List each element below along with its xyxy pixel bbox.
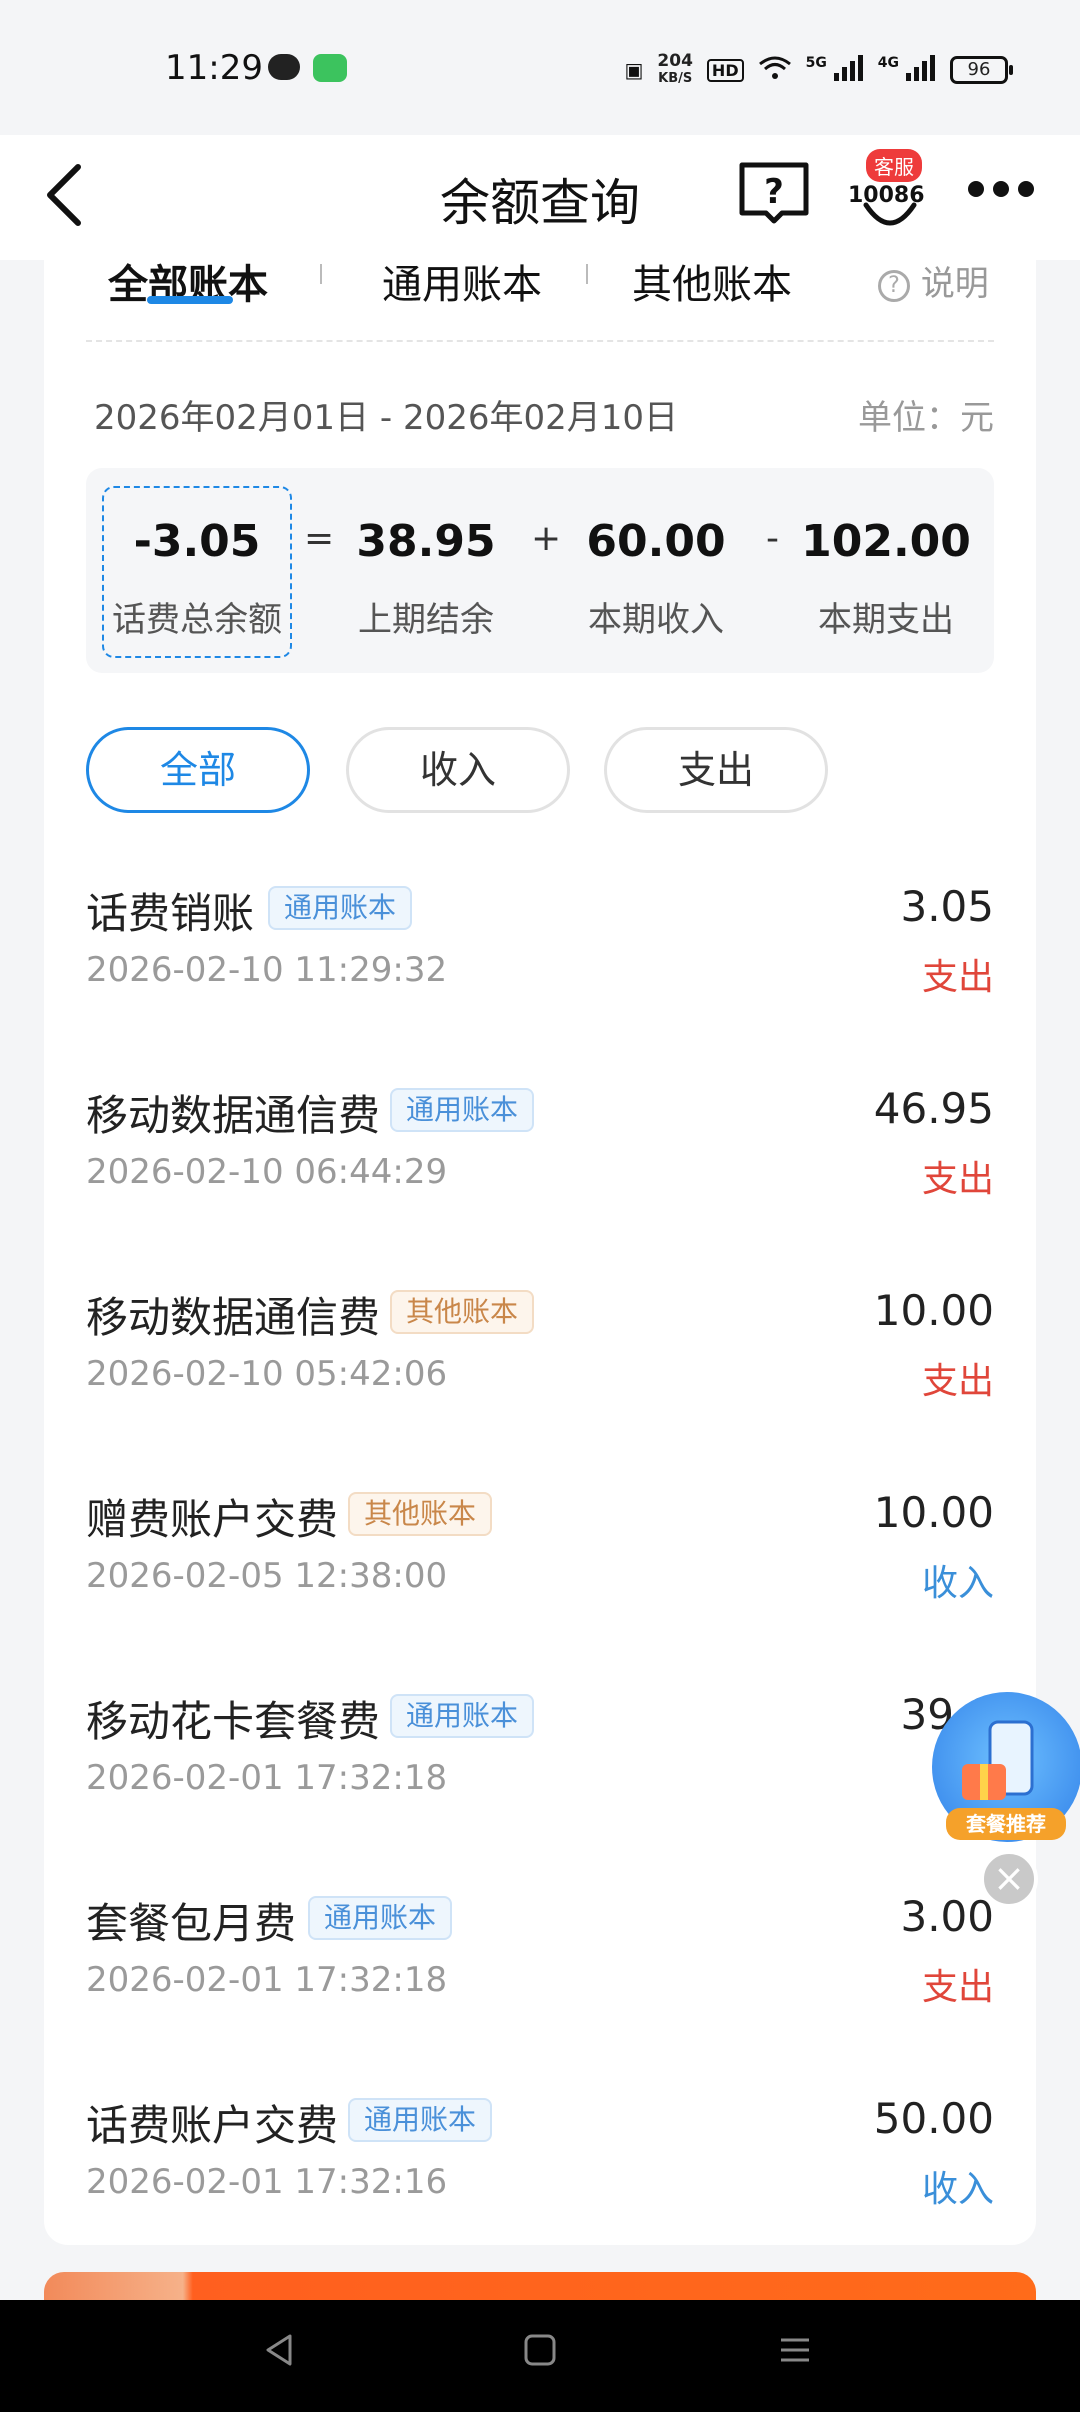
previous-balance-value: 38.95 bbox=[356, 516, 496, 567]
help-explanation-link[interactable]: ? 说明 bbox=[878, 256, 989, 305]
headset-icon bbox=[863, 202, 917, 226]
nav-home-icon[interactable] bbox=[515, 2330, 565, 2380]
system-nav-bar bbox=[0, 2300, 1080, 2412]
equals-sign: = bbox=[304, 518, 335, 559]
transaction-row[interactable]: 套餐包月费 通用账本 2026-02-01 17:32:18 3.00 支出 bbox=[86, 1890, 994, 2050]
transaction-type: 支出 bbox=[921, 1159, 994, 1200]
tab-separator bbox=[320, 264, 322, 284]
package-promo-label: 套餐推荐 bbox=[946, 1808, 1066, 1840]
service-badge: 客服 bbox=[866, 149, 922, 182]
transaction-row[interactable]: 移动数据通信费 其他账本 2026-02-10 05:42:06 10.00 支… bbox=[86, 1284, 994, 1444]
period-income-label: 本期收入 bbox=[588, 600, 724, 640]
status-bar: 11:29 ▣ 204 KB/S HD 5G 4G 96 bbox=[0, 0, 1080, 135]
signal-4g-label: 4G bbox=[877, 54, 900, 71]
status-icons: ▣ 204 KB/S HD 5G 4G 96 bbox=[624, 40, 1013, 100]
transaction-time: 2026-02-01 17:32:18 bbox=[86, 1758, 448, 1798]
tab-separator bbox=[586, 264, 588, 284]
transaction-title: 赠费账户交费 bbox=[86, 1495, 339, 1544]
ledger-tag: 通用账本 bbox=[390, 1088, 535, 1132]
transaction-time: 2026-02-10 05:42:06 bbox=[86, 1354, 448, 1394]
transaction-amount: 46.95 bbox=[873, 1084, 994, 1133]
transaction-amount: 3.05 bbox=[900, 882, 994, 931]
transaction-type: 支出 bbox=[921, 1361, 994, 1402]
nfc-icon: ▣ bbox=[624, 58, 644, 82]
transaction-time: 2026-02-10 06:44:29 bbox=[86, 1152, 448, 1192]
close-icon[interactable]: × bbox=[980, 1850, 1038, 1908]
wechat-icon bbox=[268, 54, 300, 80]
ledger-tag: 其他账本 bbox=[390, 1290, 535, 1334]
transaction-time: 2026-02-10 11:29:32 bbox=[86, 950, 448, 990]
message-app-icon bbox=[313, 54, 347, 82]
minus-sign: - bbox=[766, 518, 779, 559]
balance-summary: -3.05 话费总余额 = 38.95 上期结余 + 60.00 本期收入 - … bbox=[86, 468, 994, 673]
hd-icon: HD bbox=[706, 58, 744, 82]
tab-general-ledger[interactable]: 通用账本 bbox=[382, 252, 542, 310]
ledger-tag: 其他账本 bbox=[348, 1492, 493, 1536]
net-speed-value: 204 bbox=[657, 51, 693, 71]
nav-recents-icon[interactable] bbox=[770, 2330, 820, 2380]
filter-expense-button[interactable]: 支出 bbox=[604, 727, 828, 813]
net-speed-unit: KB/S bbox=[658, 71, 693, 86]
wifi-icon bbox=[758, 54, 792, 87]
transaction-title: 移动花卡套餐费 bbox=[86, 1697, 381, 1746]
transaction-row[interactable]: 移动花卡套餐费 通用账本 2026-02-01 17:32:18 39.0 支 bbox=[86, 1688, 994, 1848]
ledger-tag: 通用账本 bbox=[268, 886, 413, 930]
transaction-type: 支出 bbox=[921, 957, 994, 998]
signal-4g-icon: 4G bbox=[877, 54, 936, 86]
nav-back-icon[interactable] bbox=[255, 2330, 305, 2380]
ledger-tag: 通用账本 bbox=[390, 1694, 535, 1738]
unit-label: 单位：元 bbox=[858, 398, 994, 438]
transaction-amount: 3.00 bbox=[900, 1892, 994, 1941]
transaction-type: 收入 bbox=[921, 2169, 994, 2210]
transaction-row[interactable]: 移动数据通信费 通用账本 2026-02-10 06:44:29 46.95 支… bbox=[86, 1082, 994, 1242]
transaction-time: 2026-02-01 17:32:18 bbox=[86, 1960, 448, 2000]
total-balance-label: 话费总余额 bbox=[112, 600, 282, 640]
period-income-value: 60.00 bbox=[586, 516, 726, 567]
active-tab-indicator bbox=[147, 296, 233, 304]
help-book-icon[interactable]: ? bbox=[738, 159, 810, 225]
transaction-type: 支出 bbox=[921, 1967, 994, 2008]
signal-5g-label: 5G bbox=[805, 54, 827, 71]
transaction-amount: 10.00 bbox=[873, 1488, 994, 1537]
transaction-row[interactable]: 话费账户交费 通用账本 2026-02-01 17:32:16 50.00 收入 bbox=[86, 2092, 994, 2252]
ledger-tag: 通用账本 bbox=[348, 2098, 493, 2142]
transaction-type: 收入 bbox=[921, 1563, 994, 1604]
filter-all-button[interactable]: 全部 bbox=[86, 727, 310, 813]
balance-card: 全部账本 通用账本 其他账本 ? 说明 2026年02月01日 - 2026年0… bbox=[44, 260, 1036, 2245]
filter-income-button[interactable]: 收入 bbox=[346, 727, 570, 813]
app-header: 余额查询 ? 客服 10086 bbox=[0, 135, 1080, 260]
net-speed: 204 KB/S bbox=[657, 53, 693, 87]
question-circle-icon: ? bbox=[878, 269, 910, 302]
period-expense-value: 102.00 bbox=[801, 516, 971, 567]
help-label: 说明 bbox=[920, 264, 989, 304]
status-time: 11:29 bbox=[165, 48, 263, 88]
transaction-time: 2026-02-05 12:38:00 bbox=[86, 1556, 448, 1596]
more-options-icon[interactable] bbox=[968, 177, 1034, 201]
ledger-tag: 通用账本 bbox=[308, 1896, 453, 1940]
svg-text:?: ? bbox=[764, 172, 784, 212]
divider bbox=[86, 340, 994, 342]
total-balance-value: -3.05 bbox=[133, 516, 261, 567]
date-range: 2026年02月01日 - 2026年02月10日 bbox=[94, 398, 678, 438]
previous-balance-label: 上期结余 bbox=[358, 600, 494, 640]
tab-other-ledger[interactable]: 其他账本 bbox=[632, 252, 792, 310]
transaction-row[interactable]: 赠费账户交费 其他账本 2026-02-05 12:38:00 10.00 收入 bbox=[86, 1486, 994, 1646]
customer-service-button[interactable]: 客服 10086 bbox=[848, 149, 928, 239]
transaction-title: 移动数据通信费 bbox=[86, 1293, 381, 1342]
transaction-amount: 10.00 bbox=[873, 1286, 994, 1335]
transaction-title: 移动数据通信费 bbox=[86, 1091, 381, 1140]
battery-icon: 96 bbox=[950, 56, 1013, 84]
signal-5g-icon: 5G bbox=[805, 54, 864, 86]
transaction-title: 套餐包月费 bbox=[86, 1899, 297, 1948]
period-expense-label: 本期支出 bbox=[818, 600, 954, 640]
transaction-row[interactable]: 话费销账 通用账本 2026-02-10 11:29:32 3.05 支出 bbox=[86, 880, 994, 1040]
transaction-title: 话费账户交费 bbox=[86, 2101, 339, 2150]
plus-sign: + bbox=[531, 518, 562, 559]
transaction-amount: 50.00 bbox=[873, 2094, 994, 2143]
transaction-time: 2026-02-01 17:32:16 bbox=[86, 2162, 448, 2202]
transaction-title: 话费销账 bbox=[86, 889, 255, 938]
ledger-tabs: 全部账本 通用账本 其他账本 ? 说明 bbox=[44, 252, 1036, 322]
